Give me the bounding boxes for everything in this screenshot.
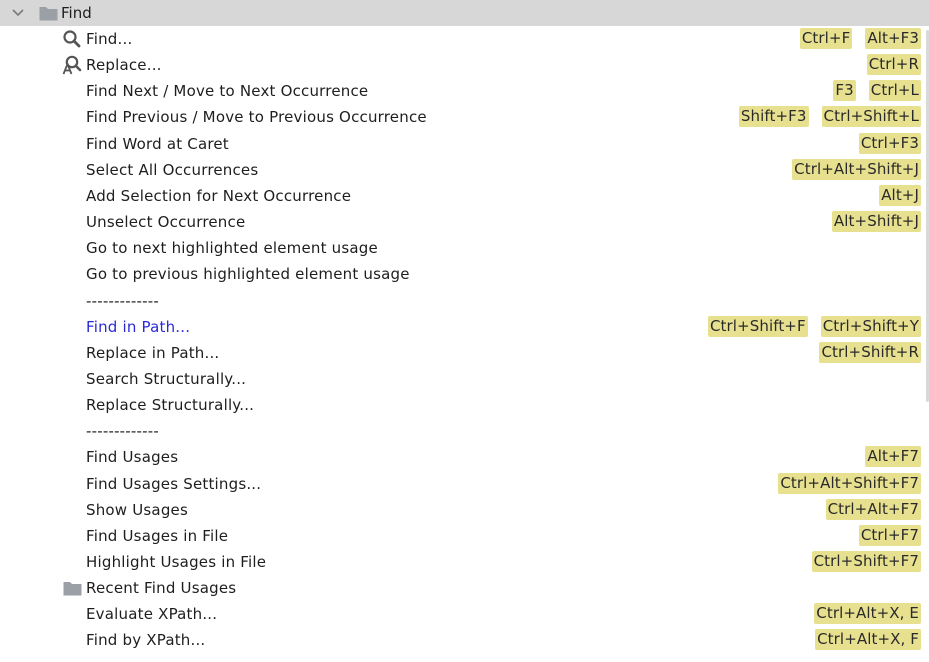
shortcut-list: Ctrl+Shift+R xyxy=(819,341,921,363)
action-label: Find... xyxy=(86,30,133,48)
shortcut-badge: Shift+F3 xyxy=(738,106,809,128)
shortcut-badge: Ctrl+Shift+F7 xyxy=(811,551,921,572)
action-label: Find by XPath... xyxy=(86,631,206,650)
folder-icon xyxy=(39,7,58,21)
action-row-unselect-occurrence[interactable]: Unselect Occurrence Alt+Shift+J xyxy=(0,209,929,235)
shortcut-list: Ctrl+F Alt+F3 xyxy=(799,28,921,49)
action-label: Find Usages xyxy=(86,448,179,467)
shortcut-badge: Ctrl+L xyxy=(868,80,921,102)
action-label: Evaluate XPath... xyxy=(86,605,218,624)
shortcut-badge: Alt+F7 xyxy=(865,446,921,468)
action-row-highlight-usages-in-file[interactable]: Highlight Usages in File Ctrl+Shift+F7 xyxy=(0,549,929,575)
shortcut-badge: Ctrl+Alt+Shift+F7 xyxy=(778,472,921,494)
shortcut-list: Alt+F7 xyxy=(865,446,921,468)
shortcut-badge: Ctrl+Alt+X, F xyxy=(815,629,921,651)
action-row-find-previous-move-to-previous-occurrence[interactable]: Find Previous / Move to Previous Occurre… xyxy=(0,104,929,130)
action-label: Show Usages xyxy=(86,500,188,519)
shortcut-list: F3 Ctrl+L xyxy=(833,80,921,102)
action-row-replace-structurally[interactable]: Replace Structurally... xyxy=(0,392,929,418)
action-row-show-usages[interactable]: Show Usages Ctrl+Alt+F7 xyxy=(0,497,929,523)
action-row-find-next-move-to-next-occurrence[interactable]: Find Next / Move to Next Occurrence F3 Ctr… xyxy=(0,78,929,104)
shortcut-badge: Ctrl+F7 xyxy=(858,524,921,546)
shortcut-badge: Ctrl+Alt+Shift+J xyxy=(792,158,921,180)
action-row-add-selection-for-next-occurrence[interactable]: Add Selection for Next Occurrence Alt+J xyxy=(0,183,929,209)
shortcut-badge: F3 xyxy=(833,80,856,102)
shortcut-badge: Alt+F3 xyxy=(865,28,921,49)
separator-row: ------------- xyxy=(0,418,929,444)
group-row-find[interactable]: Find xyxy=(0,0,929,26)
action-label: Find in Path... xyxy=(86,317,191,336)
action-row-search-structurally[interactable]: Search Structurally... xyxy=(0,366,929,392)
shortcut-badge: Ctrl+F3 xyxy=(858,132,921,154)
keymap-tree: Find Find... Ctrl+F Alt+F3 Replace... Ctrl+R… xyxy=(0,0,929,662)
separator-row: ------------- xyxy=(0,288,929,314)
action-row-find-word-at-caret[interactable]: Find Word at Caret Ctrl+F3 xyxy=(0,131,929,157)
shortcut-list: Alt+J xyxy=(879,184,921,206)
search-icon xyxy=(63,30,81,48)
action-label: Unselect Occurrence xyxy=(86,213,246,232)
action-label: Go to previous highlighted element usage xyxy=(86,265,410,284)
shortcut-list: Shift+F3 Ctrl+Shift+L xyxy=(738,106,921,128)
shortcut-badge: Ctrl+Shift+L xyxy=(821,106,921,128)
shortcut-list: Ctrl+Alt+Shift+J xyxy=(792,158,921,180)
action-row-evaluate-xpath[interactable]: Evaluate XPath... Ctrl+Alt+X, E xyxy=(0,601,929,627)
action-row-recent-find-usages[interactable]: Recent Find Usages xyxy=(0,575,929,601)
action-row-find-usages[interactable]: Find Usages Alt+F7 xyxy=(0,444,929,470)
shortcut-list: Alt+Shift+J xyxy=(831,211,921,233)
action-label: Find Next / Move to Next Occurrence xyxy=(86,82,369,101)
action-label: Add Selection for Next Occurrence xyxy=(86,186,352,205)
action-row-find[interactable]: Find... Ctrl+F Alt+F3 xyxy=(0,26,929,52)
shortcut-badge: Ctrl+F xyxy=(799,28,853,49)
action-row-go-to-previous-highlighted-element-usage[interactable]: Go to previous highlighted element usage xyxy=(0,261,929,287)
action-label: Replace Structurally... xyxy=(86,396,255,415)
action-label: Select All Occurrences xyxy=(86,160,259,179)
action-label: Go to next highlighted element usage xyxy=(86,239,378,258)
action-label: Find Usages in File xyxy=(86,526,229,545)
shortcut-badge: Ctrl+Alt+F7 xyxy=(825,498,921,520)
action-row-find-usages-settings[interactable]: Find Usages Settings... Ctrl+Alt+Shift+F7 xyxy=(0,471,929,497)
action-label: Search Structurally... xyxy=(86,369,247,388)
shortcut-list: Ctrl+F3 xyxy=(858,132,921,154)
action-row-find-by-xpath[interactable]: Find by XPath... Ctrl+Alt+X, F xyxy=(0,627,929,653)
action-label: Replace in Path... xyxy=(86,343,220,362)
action-label: Replace... xyxy=(86,56,162,75)
action-label: Recent Find Usages xyxy=(86,579,237,598)
shortcut-badge: Ctrl+Shift+F xyxy=(707,315,808,337)
shortcut-badge: Ctrl+Alt+X, E xyxy=(814,603,921,625)
group-label: Find xyxy=(61,4,92,22)
action-label: Find Usages Settings... xyxy=(86,474,262,493)
shortcut-list: Ctrl+Alt+X, F xyxy=(815,629,921,651)
action-row-replace-in-path[interactable]: Replace in Path... Ctrl+Shift+R xyxy=(0,340,929,366)
shortcut-badge: Ctrl+Shift+R xyxy=(819,341,921,363)
action-row-find-usages-in-file[interactable]: Find Usages in File Ctrl+F7 xyxy=(0,523,929,549)
folder-icon xyxy=(63,582,82,596)
action-row-replace[interactable]: Replace... Ctrl+R xyxy=(0,52,929,78)
chevron-down-icon[interactable] xyxy=(11,6,25,20)
shortcut-badge: Ctrl+Shift+Y xyxy=(820,315,921,337)
shortcut-list: Ctrl+Alt+X, E xyxy=(814,603,921,625)
shortcut-list: Ctrl+F7 xyxy=(858,524,921,546)
shortcut-badge: Alt+J xyxy=(879,184,921,206)
shortcut-list: Ctrl+Alt+F7 xyxy=(825,498,921,520)
action-row-go-to-next-highlighted-element-usage[interactable]: Go to next highlighted element usage xyxy=(0,235,929,261)
action-label: Find Previous / Move to Previous Occurre… xyxy=(86,108,427,127)
separator-label: ------------- xyxy=(86,422,159,441)
shortcut-list: Ctrl+Shift+F7 xyxy=(811,551,921,572)
shortcut-list: Ctrl+Shift+F Ctrl+Shift+Y xyxy=(707,315,921,337)
action-label: Find Word at Caret xyxy=(86,134,229,153)
action-label: Highlight Usages in File xyxy=(86,553,267,571)
action-row-find-in-path[interactable]: Find in Path... Ctrl+Shift+F Ctrl+Shift+Y xyxy=(0,314,929,340)
shortcut-list: Ctrl+R xyxy=(866,54,921,76)
separator-label: ------------- xyxy=(86,291,159,310)
replace-icon xyxy=(62,55,82,75)
shortcut-badge: Alt+Shift+J xyxy=(831,211,921,233)
shortcut-badge: Ctrl+R xyxy=(866,54,921,76)
action-row-select-all-occurrences[interactable]: Select All Occurrences Ctrl+Alt+Shift+J xyxy=(0,157,929,183)
shortcut-list: Ctrl+Alt+Shift+F7 xyxy=(778,472,921,494)
